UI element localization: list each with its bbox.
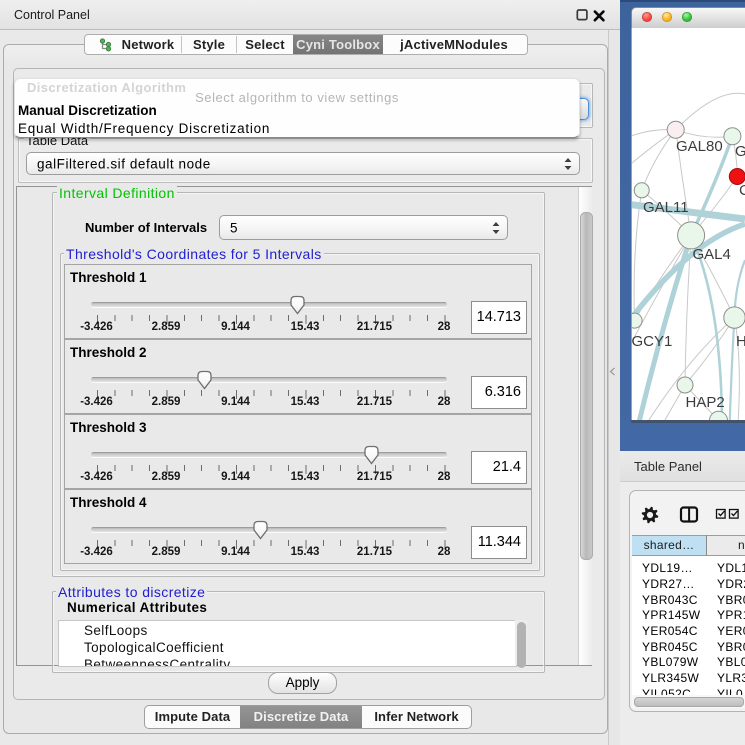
svg-text:HAP2: HAP2 (686, 394, 725, 411)
svg-text:GCY1: GCY1 (632, 333, 672, 350)
svg-text:GAL80: GAL80 (676, 138, 723, 155)
svg-text:GAL11: GAL11 (643, 199, 689, 216)
svg-text:GAL4: GAL4 (693, 246, 731, 263)
svg-text:GA: GA (735, 143, 745, 160)
svg-text:C: C (739, 182, 745, 199)
svg-text:H: H (736, 333, 745, 350)
